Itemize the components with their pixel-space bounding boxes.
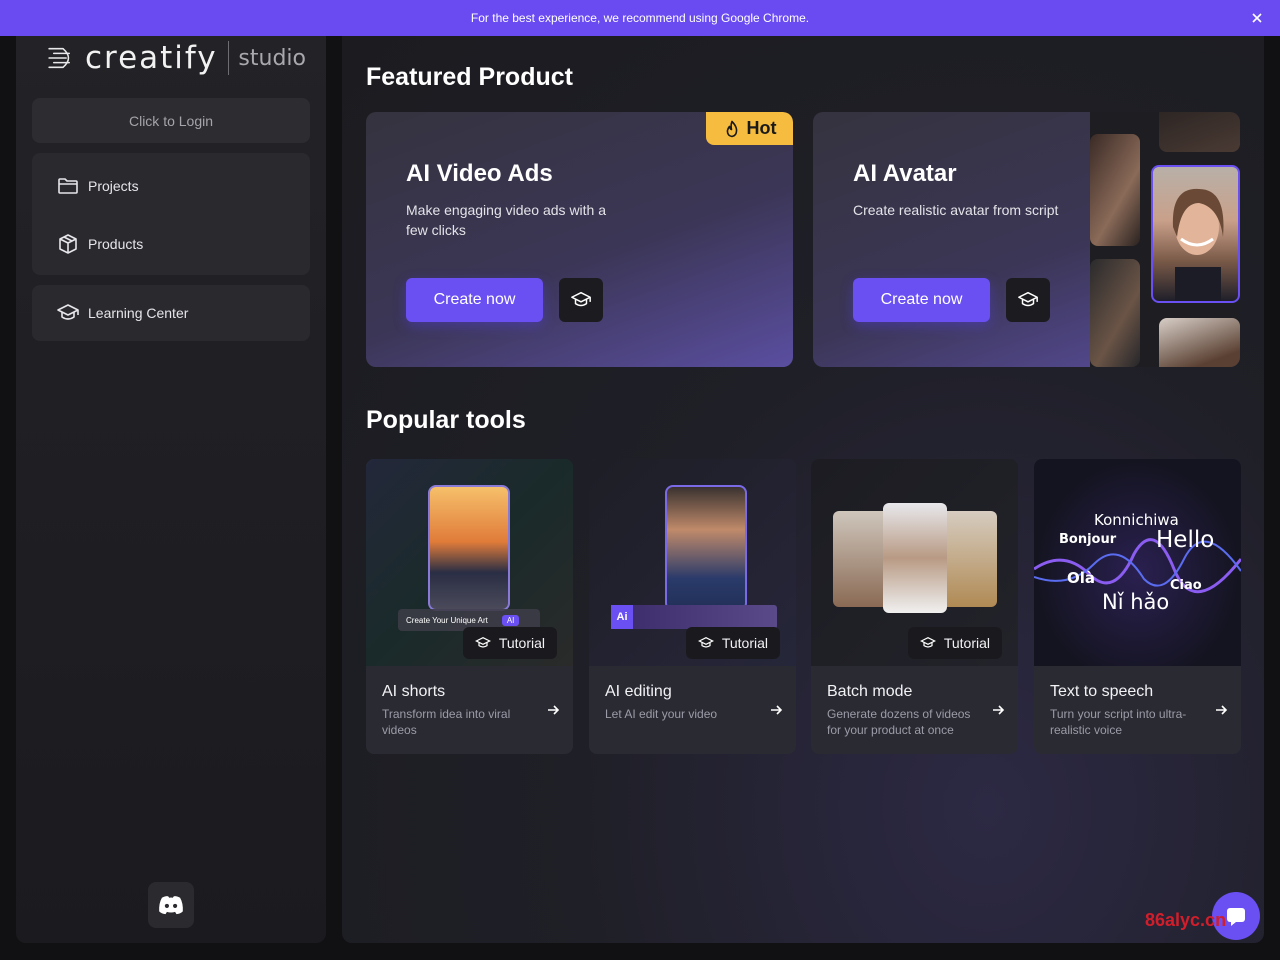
tool-name: AI editing [605, 683, 672, 700]
batch-video-preview [833, 511, 889, 607]
tool-card-text-to-speech[interactable]: Konnichiwa Bonjour Hello Olà Ciao Nǐ hǎo… [1034, 459, 1241, 754]
ai-badge: AI [501, 614, 520, 626]
tts-word-hello: Hello [1156, 527, 1215, 553]
sidebar-item-label: Projects [88, 178, 139, 194]
sidebar-item-learning-center[interactable]: Learning Center [32, 290, 310, 336]
graduation-cap-icon [474, 636, 491, 648]
tool-description: Let AI edit your video [605, 707, 718, 721]
editing-portrait-preview [665, 485, 747, 611]
hot-badge: Hot [706, 112, 793, 145]
tutorial-label: Tutorial [721, 635, 768, 651]
tts-word-ni-hao: Nǐ hǎo [1102, 590, 1170, 614]
sidebar-item-products[interactable]: Products [32, 221, 310, 267]
browser-recommendation-banner: For the best experience, we recommend us… [0, 0, 1280, 36]
creatify-logo[interactable]: creatify studio [46, 36, 306, 80]
card-description: Make engaging video ads with a few click… [406, 202, 607, 238]
card-title: AI Avatar [853, 160, 957, 187]
logo-divider [227, 41, 229, 75]
create-now-button[interactable]: Create now [853, 278, 990, 322]
tool-card-ai-shorts[interactable]: Create Your Unique Art AI Tutorial AI sh… [366, 459, 573, 754]
tutorial-label: Tutorial [943, 635, 990, 651]
discord-button[interactable] [148, 882, 194, 928]
arrow-right-icon[interactable] [990, 702, 1006, 718]
hot-badge-label: Hot [746, 118, 777, 138]
folder-icon [58, 178, 78, 194]
tutorial-badge[interactable]: Tutorial [907, 627, 1002, 659]
logo-word: creatify [84, 40, 218, 76]
tutorial-label: Tutorial [498, 635, 545, 651]
avatar-photo [1159, 112, 1240, 152]
graduation-cap-icon [919, 636, 936, 648]
arrow-right-icon[interactable] [1213, 702, 1229, 718]
discord-icon [159, 896, 183, 915]
graduation-cap-icon [57, 304, 79, 320]
tts-word-ola: Olà [1067, 569, 1096, 587]
card-description: Create realistic avatar from script [853, 202, 1059, 218]
avatar-photo [1159, 318, 1240, 367]
tool-name: Batch mode [827, 683, 913, 700]
arrow-right-icon[interactable] [545, 702, 561, 718]
tool-card-ai-editing[interactable]: Ai Tutorial AI editing Let AI edit your … [589, 459, 796, 754]
batch-video-preview [941, 511, 997, 607]
tool-description: Turn your script into ultra-realistic vo… [1050, 707, 1187, 737]
popular-tools-title: Popular tools [366, 406, 526, 434]
tutorial-badge[interactable]: Tutorial [685, 627, 780, 659]
prompt-bar-text: Create Your Unique Art [406, 615, 488, 625]
tool-card-batch-mode[interactable]: Tutorial Batch mode Generate dozens of v… [811, 459, 1018, 754]
logo-suffix: studio [238, 45, 306, 71]
voice-waveform [1034, 538, 1241, 594]
sidebar-item-projects[interactable]: Projects [32, 163, 310, 209]
tutorial-button[interactable] [1006, 278, 1050, 322]
tts-word-bonjour: Bonjour [1059, 532, 1117, 547]
avatar-photo [1090, 259, 1140, 367]
avatar-photo-grid [1090, 112, 1240, 367]
tool-name: AI shorts [382, 683, 446, 700]
flame-icon [726, 120, 737, 137]
ai-badge: Ai [611, 605, 633, 629]
close-icon[interactable] [1248, 9, 1266, 27]
tts-word-ciao: Ciao [1170, 578, 1202, 593]
nav-group-learning: Learning Center [32, 285, 310, 341]
tool-description: Generate dozens of videos for your produ… [827, 707, 971, 737]
selected-avatar-photo [1151, 165, 1240, 303]
box-icon [59, 234, 77, 254]
tool-thumbnail: Konnichiwa Bonjour Hello Olà Ciao Nǐ hǎo [1034, 459, 1241, 666]
login-button[interactable]: Click to Login [32, 98, 310, 143]
arrow-right-icon[interactable] [768, 702, 784, 718]
sidebar: creatify studio Click to Login Projects … [16, 36, 326, 943]
avatar-photo [1090, 134, 1140, 246]
chat-icon [1227, 908, 1245, 926]
featured-card-ai-avatar[interactable]: AI Avatar Create realistic avatar from s… [813, 112, 1240, 367]
banner-text: For the best experience, we recommend us… [470, 11, 810, 25]
avatar-face-illustration [1172, 188, 1224, 301]
sidebar-item-label: Learning Center [88, 305, 189, 321]
watermark-text: 86alyc.cn [1145, 910, 1227, 930]
timeline-strip: Ai [611, 605, 777, 629]
graduation-cap-icon [697, 636, 714, 648]
main-content: Featured Product Hot AI Video Ads Make e… [342, 36, 1264, 943]
sidebar-item-label: Products [88, 236, 144, 252]
tutorial-badge[interactable]: Tutorial [462, 627, 557, 659]
creatify-logo-mark-icon [48, 47, 71, 69]
create-now-button[interactable]: Create now [406, 278, 543, 322]
featured-section-title: Featured Product [366, 63, 573, 91]
nav-group-main: Projects Products [32, 153, 310, 275]
tool-name: Text to speech [1050, 683, 1154, 700]
graduation-cap-icon [571, 291, 591, 307]
tutorial-button[interactable] [559, 278, 603, 322]
shorts-phone-preview [428, 485, 510, 611]
tool-description: Transform idea into viral videos [382, 707, 511, 737]
card-title: AI Video Ads [406, 160, 553, 187]
graduation-cap-icon [1018, 291, 1038, 307]
featured-card-ai-video-ads[interactable]: Hot AI Video Ads Make engaging video ads… [366, 112, 793, 367]
batch-video-preview-center [883, 503, 947, 613]
